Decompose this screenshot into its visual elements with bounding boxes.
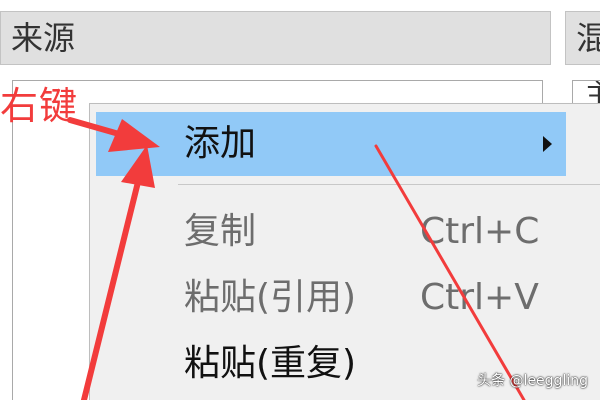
menu-item-copy[interactable]: 复制 Ctrl+C bbox=[96, 200, 566, 264]
menu-item-label: 复制 bbox=[184, 211, 257, 252]
menu-item-shortcut: Ctrl+C bbox=[420, 211, 540, 252]
menu-item-label: 粘贴(重复) bbox=[184, 343, 357, 384]
menu-item-add[interactable]: 添加 bbox=[96, 112, 566, 176]
menu-item-label: 添加 bbox=[184, 123, 257, 164]
chevron-right-icon bbox=[543, 136, 552, 152]
menu-item-paste-reference[interactable]: 粘贴(引用) Ctrl+V bbox=[96, 266, 566, 330]
menu-separator bbox=[178, 184, 600, 185]
watermark: 头条 @leeggling bbox=[477, 373, 588, 389]
context-menu: 添加 复制 Ctrl+C 粘贴(引用) Ctrl+V 粘贴(重复) bbox=[89, 103, 600, 400]
mixer-panel-header: 混 bbox=[565, 11, 600, 65]
menu-item-shortcut: Ctrl+V bbox=[420, 277, 539, 318]
menu-item-label: 粘贴(引用) bbox=[184, 277, 357, 318]
sources-panel-header: 来源 bbox=[0, 11, 551, 65]
screenshot-stage: 来源 混 主 添加 复制 Ctrl+C 粘贴(引用) Ctrl+V 粘贴(重复)… bbox=[0, 0, 600, 400]
annotation-label: 右键 bbox=[0, 84, 79, 128]
